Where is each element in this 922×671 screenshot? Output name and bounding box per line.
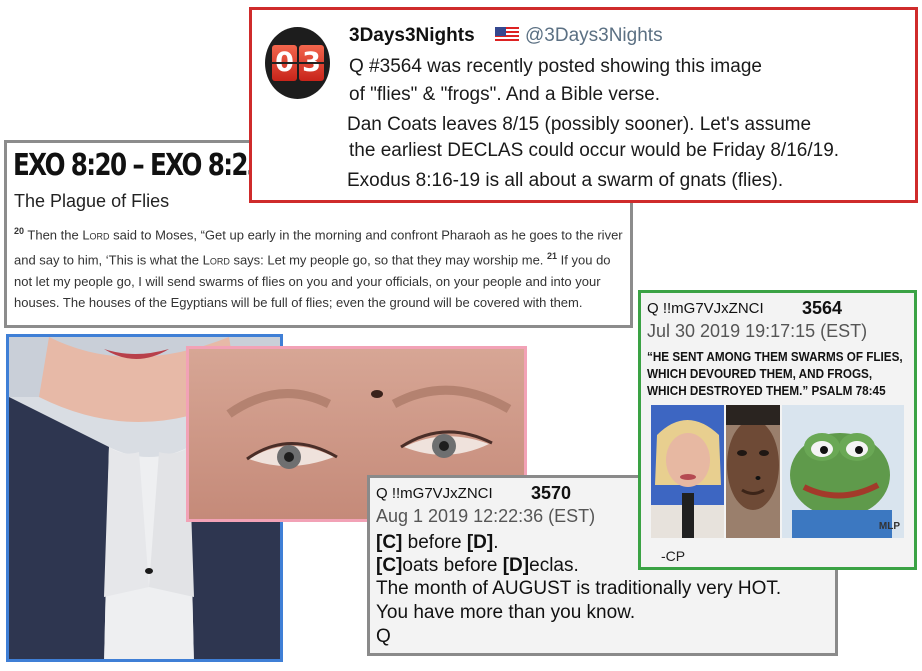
meme-image-man — [726, 405, 780, 538]
tweet-text-line: of "flies" & "frogs". And a Bible verse. — [349, 84, 661, 105]
quote-line: WHICH DEVOURED THEM, AND FROGS, — [647, 366, 873, 381]
post-line-2: [C]oats before [D]eclas. — [376, 555, 579, 577]
quote-line: WHICH DESTROYED THEM.” PSALM 78:45 — [647, 383, 886, 398]
verse-number-20: 20 — [14, 226, 25, 236]
psalm-quote: “HE SENT AMONG THEM SWARMS OF FLIES, WHI… — [647, 348, 903, 399]
tweet-author-handle[interactable]: @3Days3Nights — [525, 25, 663, 47]
post-date: Aug 1 2019 12:22:36 (EST) — [376, 506, 596, 526]
q-post-3564: Q !!mG7VJxZNCI 3564 Jul 30 2019 19:17:15… — [638, 290, 917, 570]
bold-d: [D] — [502, 555, 530, 576]
man-illustration — [726, 405, 780, 538]
meme-image-frog: MLP — [782, 405, 904, 538]
post-line-1: [C] before [D]. — [376, 532, 499, 554]
bold-c: [C] — [376, 532, 403, 553]
lord-smallcaps: Lord — [82, 227, 110, 243]
verse-20-part-1: Then the — [24, 227, 83, 243]
post-date: Jul 30 2019 19:17:15 (EST) — [647, 321, 868, 341]
text: before — [402, 532, 467, 553]
frog-illustration — [782, 405, 904, 538]
verse-20-part-3: says: Let my people go, so that they may… — [229, 252, 548, 268]
text: eclas. — [529, 555, 579, 576]
post-line-5: Q — [376, 626, 391, 647]
bold-c: [C] — [376, 555, 403, 576]
text: . — [493, 532, 499, 553]
tweet-text-line: Dan Coats leaves 8/15 (possibly sooner).… — [347, 114, 812, 135]
us-flag-icon — [495, 27, 519, 43]
avatar-03-logo[interactable]: 0 3 — [265, 27, 330, 99]
tweet-text-line: the earliest DECLAS could occur would be… — [349, 140, 840, 161]
post-line-4: You have more than you know. — [376, 602, 636, 623]
woman-illustration — [651, 405, 724, 538]
tweet-card: 0 3 3Days3Nights @3Days3Nights Q #3564 w… — [249, 7, 918, 203]
meme-image-woman — [651, 405, 724, 538]
post-line-3: The month of AUGUST is traditionally ver… — [376, 578, 782, 599]
tweet-author-name[interactable]: 3Days3Nights — [349, 25, 475, 47]
text: oats before — [402, 555, 503, 576]
passage-heading: The Plague of Flies — [14, 191, 170, 211]
lord-smallcaps: Lord — [202, 252, 230, 268]
post-number[interactable]: 3564 — [802, 298, 842, 319]
avatar-divider — [271, 62, 324, 64]
post-tripcode: Q !!mG7VJxZNCI — [647, 300, 764, 317]
bold-d: [D] — [466, 532, 494, 553]
verse-number-21: 21 — [547, 250, 558, 261]
post-tripcode: Q !!mG7VJxZNCI — [376, 485, 493, 502]
tweet-text-line: Exodus 8:16-19 is all about a swarm of g… — [347, 170, 784, 191]
tweet-text-line: Q #3564 was recently posted showing this… — [349, 56, 762, 77]
passage-reference: EXO 8:20 – EXO 8:23 — [13, 148, 264, 183]
post-signature: -CP — [661, 548, 686, 564]
post-number[interactable]: 3570 — [531, 483, 571, 504]
quote-line: “HE SENT AMONG THEM SWARMS OF FLIES, — [647, 349, 903, 364]
passage-text: 20 Then the Lord said to Moses, “Get up … — [14, 221, 626, 314]
meme-watermark: MLP — [878, 521, 900, 532]
